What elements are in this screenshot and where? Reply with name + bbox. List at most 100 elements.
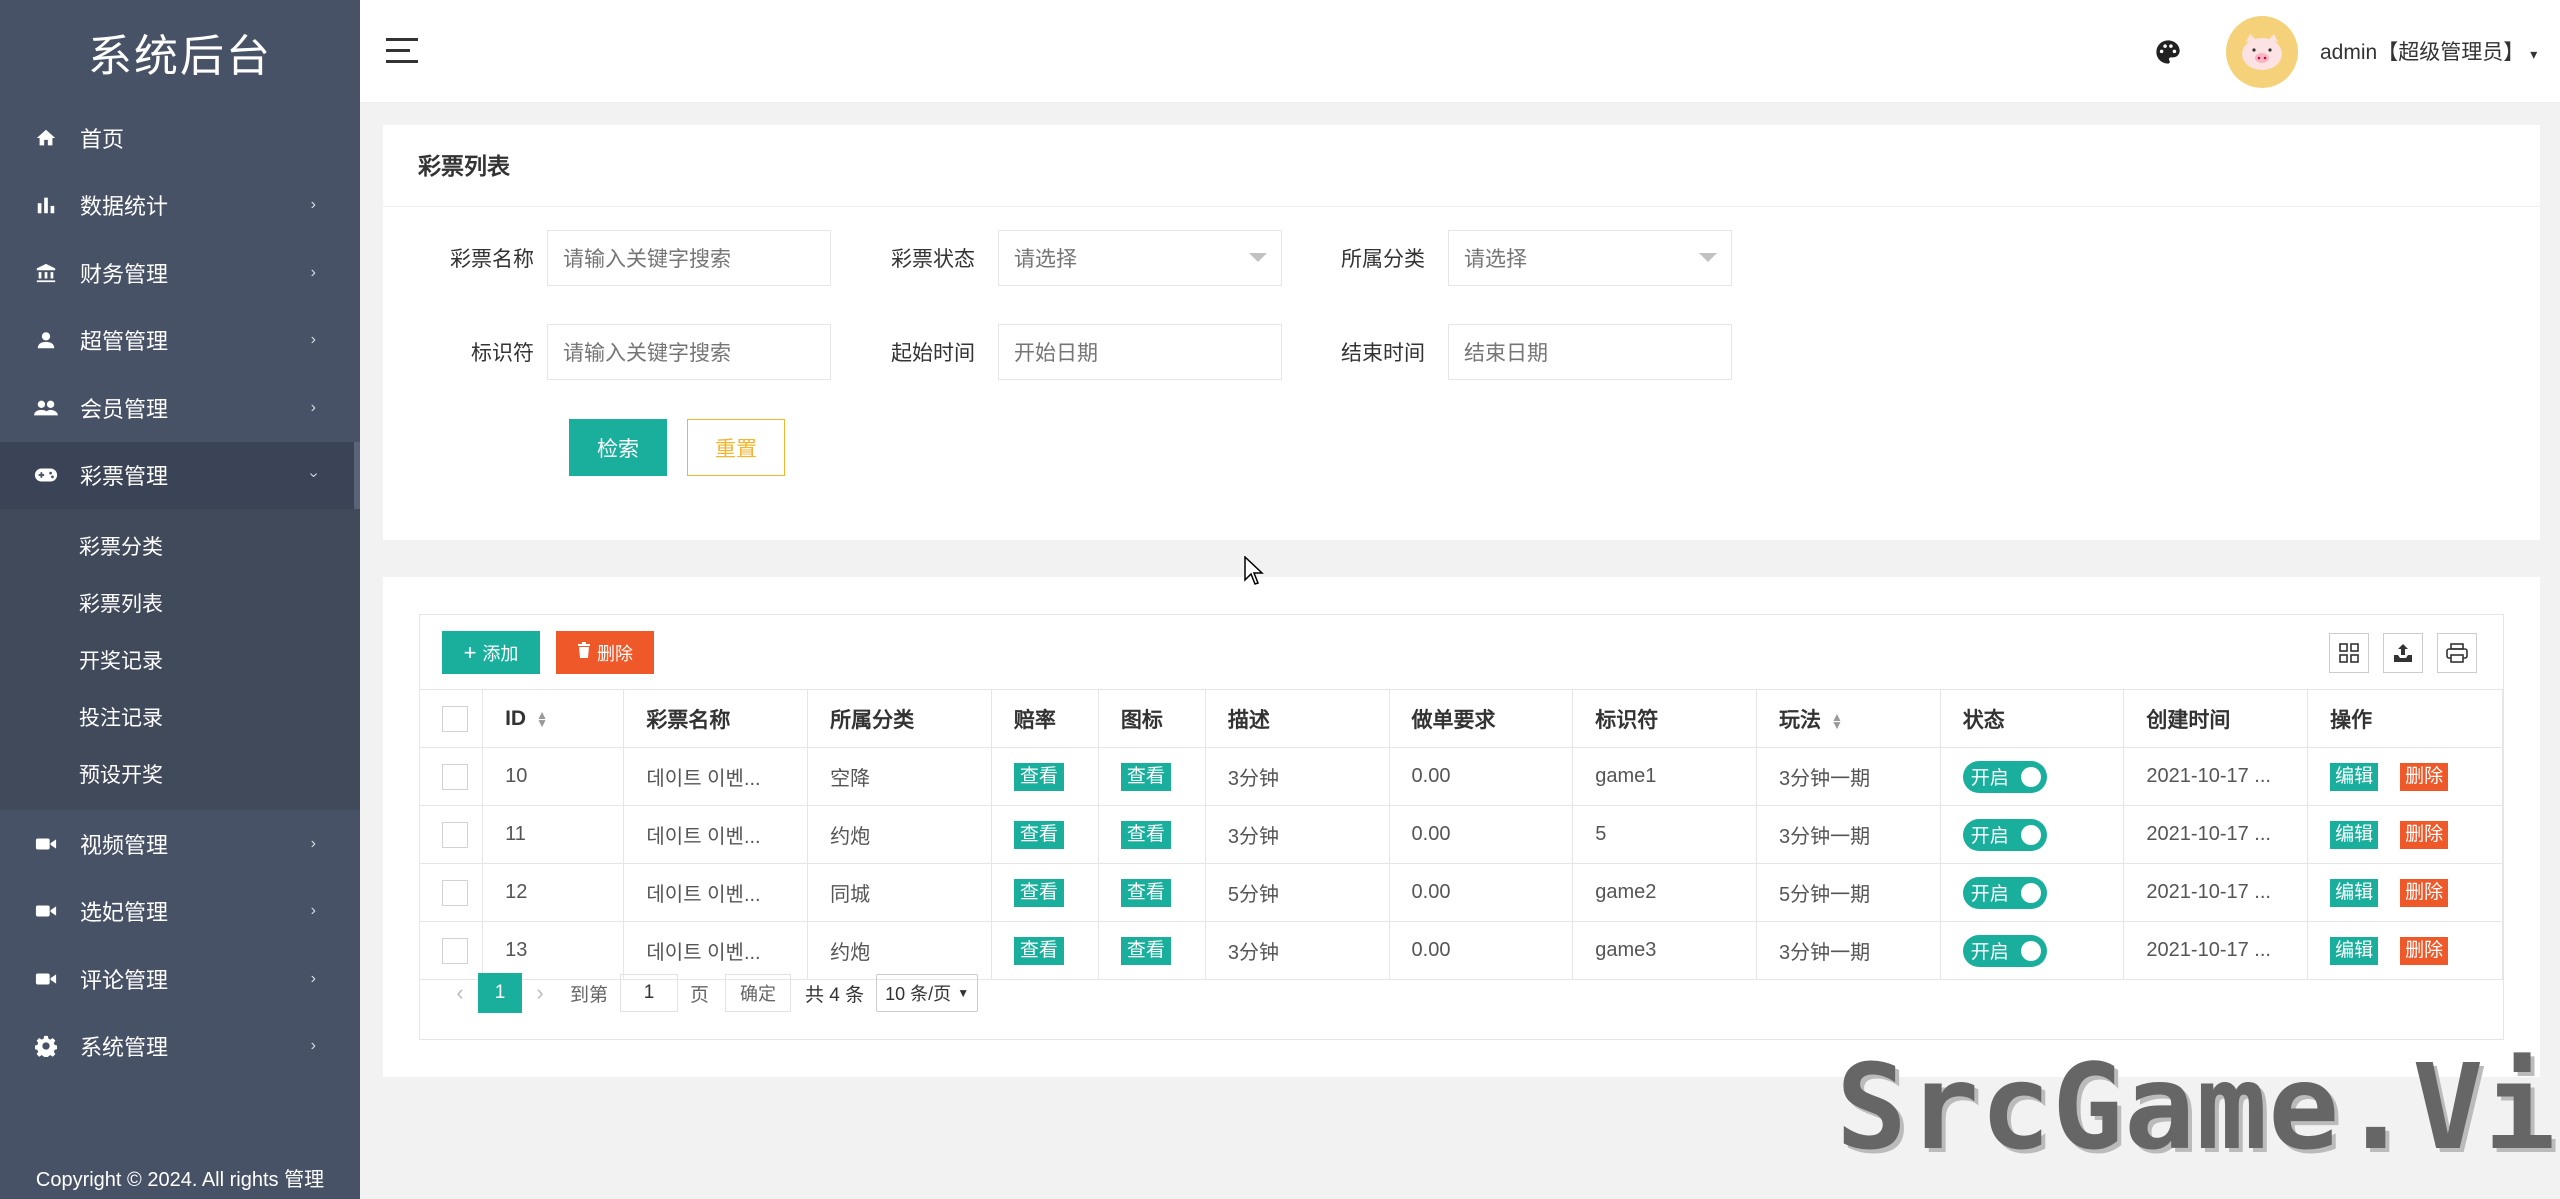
menu-toggle-icon[interactable] xyxy=(386,38,418,64)
status-select[interactable]: 请选择 xyxy=(998,230,1282,286)
remove-button[interactable]: 删除 xyxy=(2400,878,2449,907)
col-header-id[interactable]: ID ▲ ▼ xyxy=(482,689,625,748)
sidebar-item-companion[interactable]: 选妃管理 › xyxy=(0,878,360,946)
add-button[interactable]: + 添加 xyxy=(442,631,540,674)
row-checkbox[interactable] xyxy=(442,763,468,790)
status-toggle-label: 开启 xyxy=(1970,884,2009,905)
select-all-checkbox[interactable] xyxy=(442,705,468,732)
palette-icon[interactable] xyxy=(2154,38,2182,66)
sidebar-item-label: 首页 xyxy=(80,126,125,152)
sidebar-item-stats[interactable]: 数据统计 › xyxy=(0,172,360,240)
view-icon-button[interactable]: 查看 xyxy=(1120,762,1171,791)
col-header-play[interactable]: 玩法 ▲ ▼ xyxy=(1756,689,1941,748)
remove-button[interactable]: 删除 xyxy=(2400,936,2449,965)
col-header-desc: 描述 xyxy=(1205,689,1390,748)
edit-button[interactable]: 编辑 xyxy=(2330,820,2379,849)
reset-button[interactable]: 重置 xyxy=(687,419,785,476)
row-checkbox[interactable] xyxy=(442,879,468,906)
cell-odds: 查看 xyxy=(991,747,1099,806)
cell-category: 约炮 xyxy=(807,805,992,864)
col-header-odds: 赔率 xyxy=(991,689,1099,748)
sidebar-item-label: 会员管理 xyxy=(80,396,169,422)
trash-icon xyxy=(577,642,591,663)
category-select[interactable]: 请选择 xyxy=(1448,230,1732,286)
chevron-right-icon: › xyxy=(310,969,316,987)
lottery-table: ID ▲ ▼ 彩票名称 所属分类 赔率 图标 描述 做单要求 标识符 玩法 ▲ ▼ 状态… xyxy=(420,689,2503,980)
chevron-down-icon: ▼ xyxy=(957,986,970,1000)
row-checkbox[interactable] xyxy=(442,821,468,848)
home-icon xyxy=(34,126,58,150)
end-time-label: 结束时间 xyxy=(1341,342,1425,365)
cell-desc: 3分钟 xyxy=(1205,921,1390,980)
col-header-actions: 操作 xyxy=(2307,689,2503,748)
chevron-right-icon: › xyxy=(310,834,316,852)
col-header-category: 所属分类 xyxy=(807,689,992,748)
goto-confirm-button[interactable]: 确定 xyxy=(725,974,792,1012)
page-size-select[interactable]: 10 条/页 ▼ xyxy=(876,974,979,1012)
edit-button[interactable]: 编辑 xyxy=(2330,936,2379,965)
name-search-input[interactable]: 请输入关键字搜索 xyxy=(547,230,831,286)
sidebar-item-label: 视频管理 xyxy=(80,832,169,858)
view-odds-button[interactable]: 查看 xyxy=(1013,762,1064,791)
cell-key: game2 xyxy=(1572,863,1757,922)
status-toggle[interactable]: 开启 xyxy=(1962,760,2047,793)
sidebar-item-members[interactable]: 会员管理 › xyxy=(0,374,360,442)
start-date-input[interactable]: 开始日期 xyxy=(998,324,1282,380)
cell-created: 2021-10-17 ... xyxy=(2123,921,2309,980)
edit-button[interactable]: 编辑 xyxy=(2330,762,2379,791)
sort-icon[interactable]: ▲ ▼ xyxy=(1831,711,1843,731)
row-checkbox[interactable] xyxy=(442,937,468,964)
next-page-icon[interactable]: › xyxy=(522,973,558,1013)
status-toggle[interactable]: 开启 xyxy=(1962,818,2047,851)
view-odds-button[interactable]: 查看 xyxy=(1013,820,1064,849)
sidebar-subitem-lottery-category[interactable]: 彩票分类 xyxy=(0,517,360,574)
view-odds-button[interactable]: 查看 xyxy=(1013,936,1064,965)
view-icon-button[interactable]: 查看 xyxy=(1120,936,1171,965)
user-menu[interactable]: admin【超级管理员】 ▾ xyxy=(2320,36,2537,66)
category-select-placeholder: 请选择 xyxy=(1464,248,1527,271)
end-date-input[interactable]: 结束日期 xyxy=(1448,324,1732,380)
goto-page-input[interactable]: 1 xyxy=(620,974,679,1012)
print-icon[interactable] xyxy=(2437,633,2477,673)
cell-id: 13 xyxy=(482,921,625,980)
sidebar-subitem-draw-records[interactable]: 开奖记录 xyxy=(0,631,360,688)
sidebar-item-comments[interactable]: 评论管理 › xyxy=(0,945,360,1013)
sidebar-item-lottery[interactable]: 彩票管理 › xyxy=(0,441,360,509)
key-search-input[interactable]: 请输入关键字搜索 xyxy=(547,324,831,380)
avatar[interactable] xyxy=(2226,16,2298,88)
mouse-cursor-icon xyxy=(1244,555,1266,591)
sort-icon[interactable]: ▲ ▼ xyxy=(536,709,548,729)
sidebar-item-label: 系统管理 xyxy=(80,1035,169,1061)
status-toggle[interactable]: 开启 xyxy=(1962,876,2047,909)
sidebar-subitem-bet-records[interactable]: 投注记录 xyxy=(0,688,360,745)
view-icon-button[interactable]: 查看 xyxy=(1120,820,1171,849)
sidebar-item-video[interactable]: 视频管理 › xyxy=(0,810,360,878)
search-button[interactable]: 检索 xyxy=(569,419,667,476)
sidebar-subitem-lottery-list[interactable]: 彩票列表 xyxy=(0,574,360,631)
cell-name: 데이트 이벤... xyxy=(623,805,809,864)
export-icon[interactable] xyxy=(2383,633,2423,673)
cell-requirement: 0.00 xyxy=(1389,921,1574,980)
edit-button[interactable]: 编辑 xyxy=(2330,878,2379,907)
sidebar-subitem-preset-draw[interactable]: 预设开奖 xyxy=(0,745,360,802)
delete-button[interactable]: 删除 xyxy=(556,631,654,674)
cell-name: 데이트 이벤... xyxy=(623,747,809,806)
sidebar-item-home[interactable]: 首页 xyxy=(0,104,360,172)
copyright: Copyright © 2024. All rights 管理 xyxy=(35,1169,325,1191)
chevron-right-icon: › xyxy=(310,263,316,281)
pagination: ‹ 1 › 到第 1 页 确定 共 4 条 10 条/页 ▼ xyxy=(442,973,979,1013)
cell-actions: 编辑 删除 xyxy=(2307,863,2503,922)
remove-button[interactable]: 删除 xyxy=(2400,762,2449,791)
key-label: 标识符 xyxy=(471,342,534,365)
status-toggle[interactable]: 开启 xyxy=(1962,934,2047,967)
page-1-button[interactable]: 1 xyxy=(478,973,522,1013)
prev-page-icon[interactable]: ‹ xyxy=(442,973,478,1013)
view-icon-button[interactable]: 查看 xyxy=(1120,878,1171,907)
columns-filter-icon[interactable] xyxy=(2329,633,2369,673)
sidebar-item-admins[interactable]: 超管管理 › xyxy=(0,307,360,375)
cell-status: 开启 xyxy=(1940,863,2125,922)
view-odds-button[interactable]: 查看 xyxy=(1013,878,1064,907)
sidebar-item-finance[interactable]: 财务管理 › xyxy=(0,239,360,307)
remove-button[interactable]: 删除 xyxy=(2400,820,2449,849)
sidebar-item-system[interactable]: 系统管理 › xyxy=(0,1013,360,1081)
